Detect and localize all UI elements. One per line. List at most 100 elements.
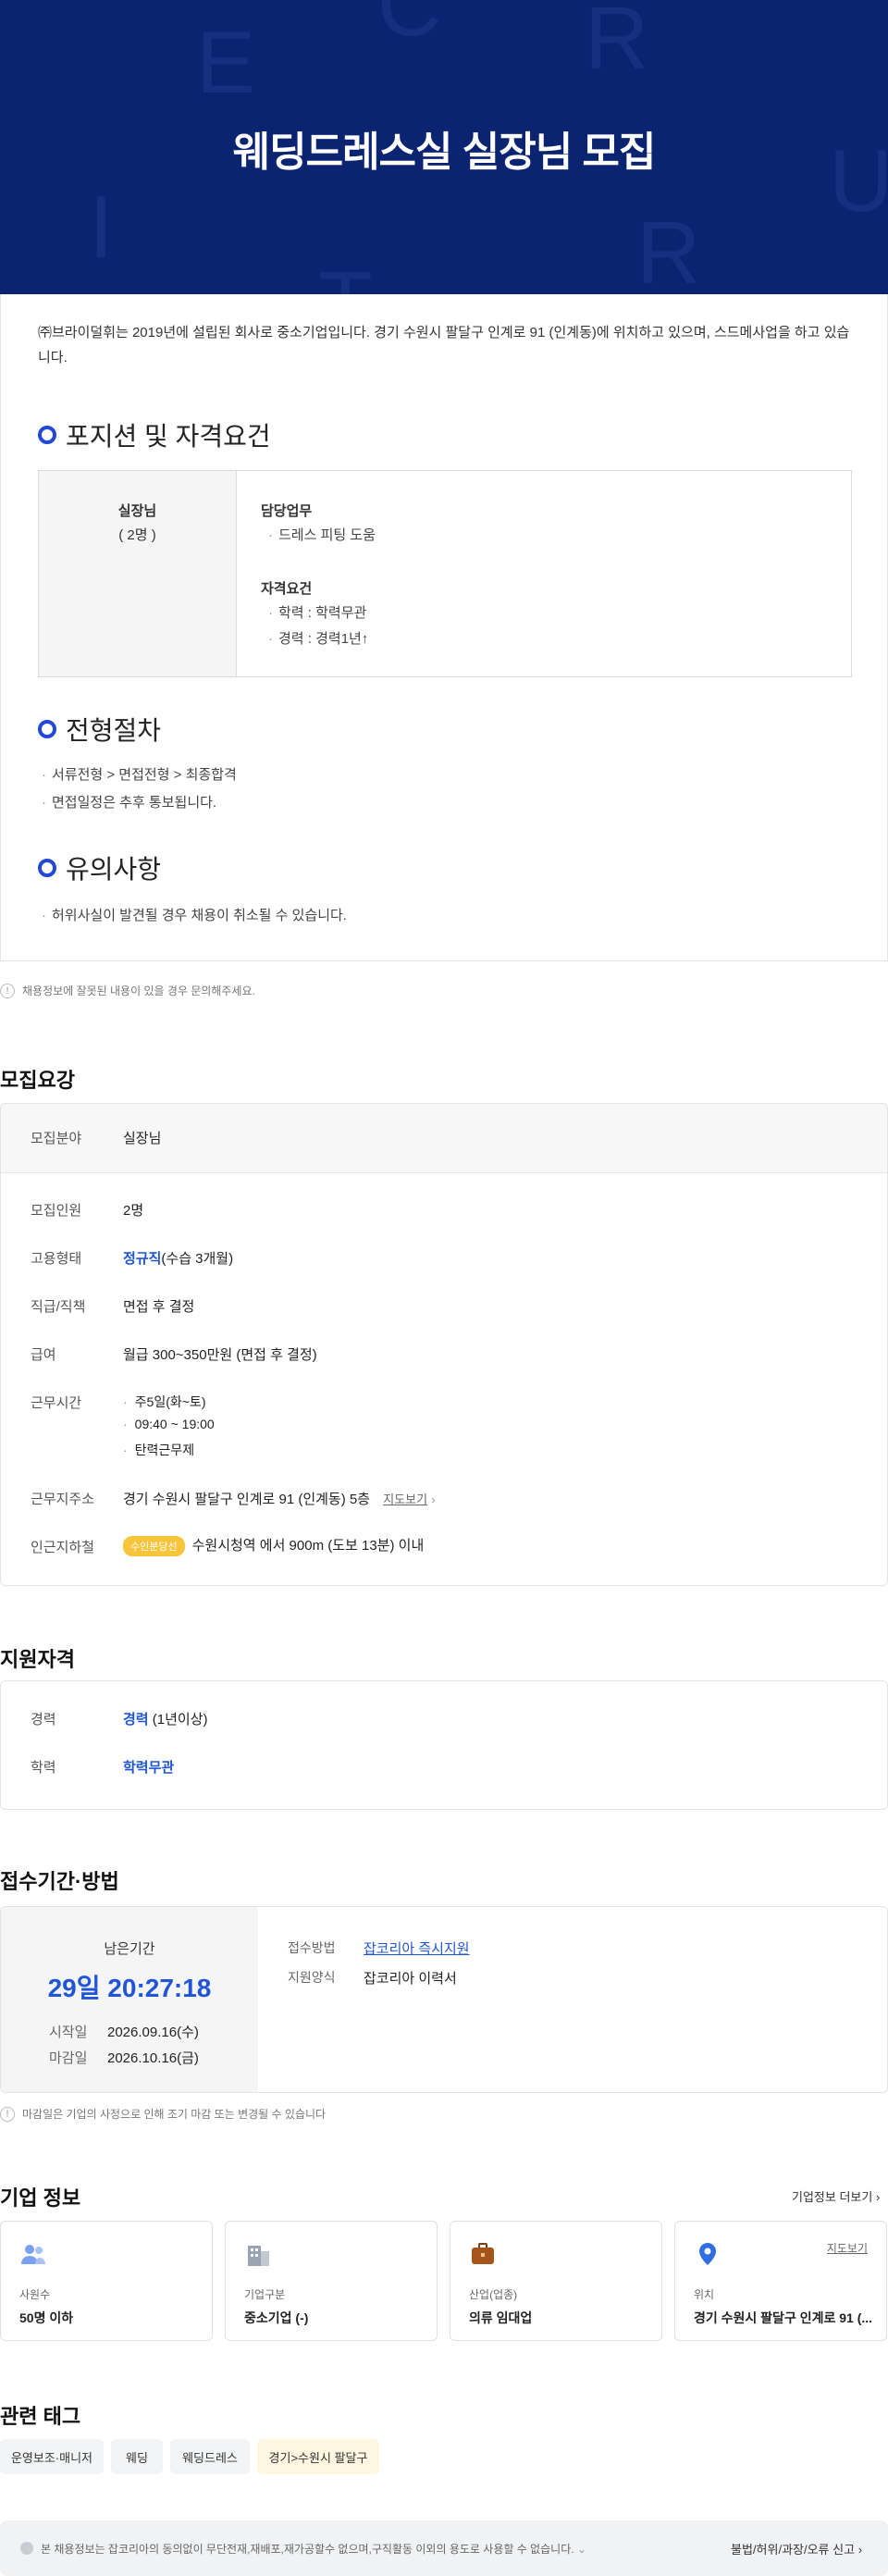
hours-item: · 탄력근무제 — [123, 1443, 195, 1457]
role-name: 실장님 — [117, 503, 157, 519]
qualification-heading: 자격요건 — [261, 581, 313, 597]
company-more-link[interactable]: 기업정보 더보기 › — [792, 2187, 880, 2205]
position-role-cell: 실장님 ( 2명 ) — [39, 471, 237, 676]
application-box: 남은기간 29일 20:27:18 시작일 2026.09.16(수) 마감일 … — [0, 1906, 888, 2093]
map-link[interactable]: 지도보기 — [383, 1492, 427, 1506]
report-link[interactable]: 불법/허위/과장/오류 신고 › — [731, 2540, 862, 2557]
hours-item: · 09:40 ~ 19:00 — [123, 1417, 215, 1431]
caution-line: 허위사실이 발견될 경우 채용이 취소될 수 있습니다. — [42, 905, 347, 924]
subway-line-badge: 수인분당선 — [123, 1536, 185, 1557]
qualification-item: 경력 : 경력1년↑ — [268, 628, 368, 648]
employment-type: 정규직 — [123, 1251, 162, 1267]
bullet-ring-icon — [38, 720, 56, 738]
form-label: 지원양식 — [288, 1970, 336, 1985]
employment-note: (수습 3개월) — [161, 1251, 234, 1267]
role-count: ( 2명 ) — [118, 527, 156, 543]
education-label: 학력 — [31, 1760, 56, 1776]
company-card-location: 지도보기 위치 경기 수원시 팔달구 인계로 91 (... — [674, 2221, 887, 2341]
map-link[interactable]: 지도보기 — [827, 2240, 868, 2256]
section-title-position: 포지션 및 자격요건 — [38, 416, 271, 453]
process-line: 서류전형 > 면접전형 > 최종합격 — [42, 764, 237, 784]
tag-chip[interactable]: 웨딩 — [111, 2439, 163, 2474]
salary-label: 급여 — [31, 1347, 56, 1363]
address-value: 경기 수원시 팔달구 인계로 91 (인계동) 5층 지도보기 › — [123, 1492, 436, 1507]
start-date-value: 2026.09.16(수) — [107, 2025, 199, 2040]
banner-decor-letter: C — [377, 0, 442, 55]
tag-chip[interactable]: 운영보조·매니저 — [0, 2439, 104, 2474]
bullet-ring-icon — [38, 859, 56, 877]
tag-chip[interactable]: 웨딩드레스 — [170, 2439, 250, 2474]
company-card-industry: 산업(업종) 의류 임대업 — [450, 2221, 662, 2341]
chevron-down-icon: ⌄ — [576, 2543, 587, 2556]
salary-value: 월급 300~350만원 (면접 후 결정) — [123, 1347, 317, 1363]
subway-label: 인근지하철 — [31, 1540, 95, 1555]
section-title-process: 전형절차 — [38, 711, 161, 748]
error-report-text[interactable]: 채용정보에 잘못된 내용이 있을 경우 문의해주세요. — [22, 983, 255, 998]
employment-value: 정규직(수습 3개월) — [123, 1248, 233, 1268]
employment-label: 고용형태 — [31, 1251, 82, 1267]
remaining-label: 남은기간 — [104, 1941, 155, 1957]
start-date-label: 시작일 — [49, 2025, 88, 2040]
company-card-employees: 사원수 50명 이하 — [0, 2221, 213, 2341]
section-heading-requirements: 모집요강 — [0, 1069, 75, 1092]
hours-label: 근무시간 — [31, 1395, 82, 1411]
briefcase-icon — [472, 2243, 494, 2264]
education-value: 학력무관 — [123, 1760, 175, 1776]
footer-notice-bar: 본 채용정보는 잡코리아의 동의없이 무단전재,재배포,재가공할수 없으며,구직… — [0, 2520, 888, 2576]
duty-item: 드레스 피팅 도움 — [268, 525, 376, 544]
qualification-item: 학력 : 학력무관 — [268, 602, 366, 622]
banner-decor-letter: T — [318, 259, 373, 295]
end-date-value: 2026.10.16(금) — [107, 2050, 199, 2066]
banner-decor-letter: R — [585, 0, 649, 88]
info-icon: ! — [0, 983, 15, 998]
banner-decor-letter: R — [636, 204, 701, 295]
duty-heading: 담당업무 — [261, 503, 313, 519]
section-heading-company: 기업 정보 — [0, 2186, 81, 2210]
field-label: 모집분야 — [31, 1131, 82, 1146]
company-intro: ㈜브라이덜휘는 2019년에 설립된 회사로 중소기업입니다. 경기 수원시 팔… — [38, 325, 850, 365]
building-icon — [248, 2246, 269, 2266]
career-value: 경력 (1년이상) — [123, 1712, 208, 1728]
end-date-label: 마감일 — [49, 2050, 88, 2066]
chevron-right-icon: › — [431, 1492, 436, 1506]
deadline-notice: ! 마감일은 기업의 사정으로 인해 조기 마감 또는 변경될 수 있습니다 — [0, 2106, 326, 2122]
bullet-ring-icon — [38, 426, 56, 444]
chevron-right-icon: › — [875, 2190, 881, 2204]
apply-now-link[interactable]: 잡코리아 즉시지원 — [364, 1938, 470, 1958]
people-icon — [21, 2245, 45, 2264]
remaining-countdown: 29일 20:27:18 — [47, 1974, 212, 2002]
field-value: 실장님 — [123, 1131, 162, 1146]
page-title: 웨딩드레스실 실장님 모집 — [232, 130, 657, 175]
requirements-box: 모집분야 실장님 모집인원 2명 고용형태 정규직(수습 3개월) 직급/직책 … — [0, 1103, 888, 1586]
info-dot-icon — [20, 2542, 33, 2555]
position-table: 실장님 ( 2명 ) 담당업무 드레스 피팅 도움 자격요건 학력 : 학력무관… — [38, 470, 852, 677]
error-report-notice: ! 채용정보에 잘못된 내용이 있을 경우 문의해주세요. — [0, 983, 255, 998]
subway-value: 수인분당선 수원시청역 에서 900m (도보 13분) 이내 — [123, 1535, 424, 1557]
banner-decor-letter: I — [89, 178, 114, 277]
address-label: 근무지주소 — [31, 1492, 95, 1507]
rank-label: 직급/직책 — [31, 1299, 86, 1315]
section-heading-qualifications: 지원자격 — [0, 1648, 75, 1671]
map-pin-icon — [699, 2243, 716, 2265]
job-posting-detail: ㈜브라이덜휘는 2019년에 설립된 회사로 중소기업입니다. 경기 수원시 팔… — [0, 294, 888, 961]
method-label: 접수방법 — [288, 1940, 336, 1955]
copyright-notice: 본 채용정보는 잡코리아의 동의없이 무단전재,재배포,재가공할수 없으며,구직… — [41, 2543, 587, 2556]
company-card-type: 기업구분 중소기업 (-) — [225, 2221, 438, 2341]
process-line: 면접일정은 추후 통보됩니다. — [42, 792, 216, 811]
hours-item: · 주5일(화~토) — [123, 1394, 206, 1409]
headcount-value: 2명 — [123, 1203, 144, 1219]
banner-decor-letter: E — [196, 13, 256, 112]
section-heading-tags: 관련 태그 — [0, 2405, 81, 2428]
hero-banner: E R C U I T R 웨딩드레스실 실장님 모집 — [0, 0, 888, 294]
chevron-right-icon: › — [857, 2543, 863, 2557]
remaining-period-panel: 남은기간 29일 20:27:18 시작일 2026.09.16(수) 마감일 … — [1, 1907, 258, 2092]
rank-value: 면접 후 결정 — [123, 1299, 195, 1315]
section-heading-application: 접수기간·방법 — [0, 1870, 119, 1893]
form-value: 잡코리아 이력서 — [364, 1971, 457, 1987]
tag-chip[interactable]: 경기>수원시 팔달구 — [257, 2439, 379, 2474]
info-icon: ! — [0, 2106, 15, 2122]
section-title-caution: 유의사항 — [38, 849, 161, 886]
qualifications-box: 경력 경력 (1년이상) 학력 학력무관 — [0, 1680, 888, 1810]
career-label: 경력 — [31, 1712, 56, 1728]
headcount-label: 모집인원 — [31, 1203, 82, 1219]
